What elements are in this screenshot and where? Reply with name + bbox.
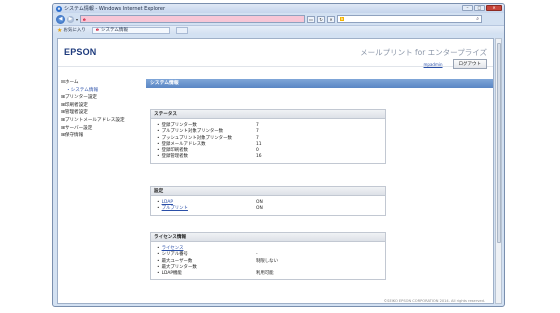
tab-title: システム情報 <box>100 28 128 33</box>
back-button[interactable]: ◀ <box>56 14 65 24</box>
tab-system-info[interactable]: e システム情報 <box>91 26 170 34</box>
vertical-scrollbar[interactable] <box>495 38 502 304</box>
license-section: ライセンス情報 ライセンス シリアル番号- 最大ユーザー数制限しない 最大プリン… <box>150 232 386 281</box>
sidebar-item-home[interactable]: ⊟ホーム <box>58 79 145 87</box>
copyright-footer: ©SEIKO EPSON CORPORATION 2014. All right… <box>383 299 485 303</box>
license-row: LDAP機能利用可能 <box>151 271 385 277</box>
favorites-label: お気に入り <box>63 28 86 33</box>
sidebar-item-server-settings[interactable]: ⊞サーバー設定 <box>58 125 145 133</box>
product-name: メールプリント for エンタープライズ <box>360 48 487 57</box>
logout-button[interactable]: ログアウト <box>452 59 487 69</box>
star-icon: ★ <box>57 26 63 34</box>
search-icon[interactable]: ⌕ <box>476 16 479 22</box>
page-title: システム情報 <box>146 79 493 88</box>
page-content: EPSON メールプリント for エンタープライズ mpadmin ログアウト… <box>57 38 494 304</box>
status-row: 登録管理者数16 <box>151 154 385 160</box>
status-section-title: ステータス <box>151 110 385 119</box>
stop-icon[interactable]: ✕ <box>327 15 336 23</box>
license-link[interactable]: ライセンス <box>162 246 184 251</box>
sidebar-item-printing-user-settings[interactable]: ⊞印刷者設定 <box>58 102 145 110</box>
browser-window: e システム情報 - Windows Internet Explorer – □… <box>52 3 505 307</box>
row-value: 利用可能 <box>256 271 274 277</box>
sidebar-item-system-info[interactable]: ・システム情報 <box>58 87 145 95</box>
search-input[interactable]: b ⌕ <box>337 15 483 23</box>
url-input[interactable]: e <box>80 15 306 23</box>
forward-button[interactable]: ▶ <box>67 15 74 23</box>
main-pane: システム情報 ステータス 登録プリンター数7 プルプリント対象プリンター数7 プ… <box>146 79 493 303</box>
maximize-button[interactable]: □ <box>474 5 485 11</box>
address-bar: ◀ ▶ ▾ e ▭ ↻ ✕ b ⌕ <box>53 13 504 25</box>
admin-user-link[interactable]: mpadmin <box>424 62 443 67</box>
sidebar-item-print-mail-address[interactable]: ⊞プリントメールアドレス設定 <box>58 117 145 125</box>
row-label: プルプリント <box>151 206 256 212</box>
close-button[interactable]: ✕ <box>486 5 502 11</box>
sidebar-item-admin-settings[interactable]: ⊞管理者設定 <box>58 109 145 117</box>
title-bar: e システム情報 - Windows Internet Explorer – □… <box>53 4 504 13</box>
pull-print-link[interactable]: プルプリント <box>162 206 188 211</box>
epson-logo: EPSON <box>64 47 97 57</box>
sidebar-item-printer-settings[interactable]: ⊞プリンター設定 <box>58 94 145 102</box>
ie-logo-icon: e <box>56 5 62 12</box>
row-label: 登録管理者数 <box>151 154 256 160</box>
favorites-button[interactable]: ★ お気に入り <box>57 27 86 34</box>
sidebar-item-label: システム情報 <box>70 87 99 93</box>
row-value: 16 <box>256 154 262 160</box>
settings-section-title: 設定 <box>151 187 385 196</box>
page-icon: e <box>83 16 86 22</box>
settings-section: 設定 LDAP ON プルプリント ON <box>150 186 386 216</box>
new-tab-button[interactable] <box>175 26 188 34</box>
app-header: EPSON メールプリント for エンタープライズ mpadmin ログアウト <box>58 39 493 69</box>
settings-row: プルプリント ON <box>151 206 385 212</box>
search-provider-icon: b <box>340 17 345 21</box>
tab-page-icon: e <box>95 27 99 33</box>
row-value: ON <box>256 206 263 212</box>
row-value: 制限しない <box>256 258 278 264</box>
favorites-bar: ★ お気に入り e システム情報 <box>53 25 504 34</box>
minimize-button[interactable]: – <box>462 5 473 11</box>
scrollbar-thumb[interactable] <box>497 43 501 243</box>
license-section-title: ライセンス情報 <box>151 233 385 242</box>
history-dropdown-icon[interactable]: ▾ <box>76 17 78 22</box>
ldap-link[interactable]: LDAP <box>162 200 173 205</box>
window-title: システム情報 - Windows Internet Explorer <box>64 6 166 12</box>
compatibility-view-icon[interactable]: ▭ <box>307 15 316 23</box>
status-section: ステータス 登録プリンター数7 プルプリント対象プリンター数7 プッシュプリント… <box>150 109 386 164</box>
sidebar-nav: ⊟ホーム ・システム情報 ⊞プリンター設定 ⊞印刷者設定 ⊞管理者設定 ⊞プリン… <box>58 79 145 140</box>
sidebar-item-maintenance[interactable]: ⊞保守情報 <box>58 132 145 140</box>
row-label: LDAP機能 <box>151 271 256 277</box>
refresh-icon[interactable]: ↻ <box>317 15 326 23</box>
